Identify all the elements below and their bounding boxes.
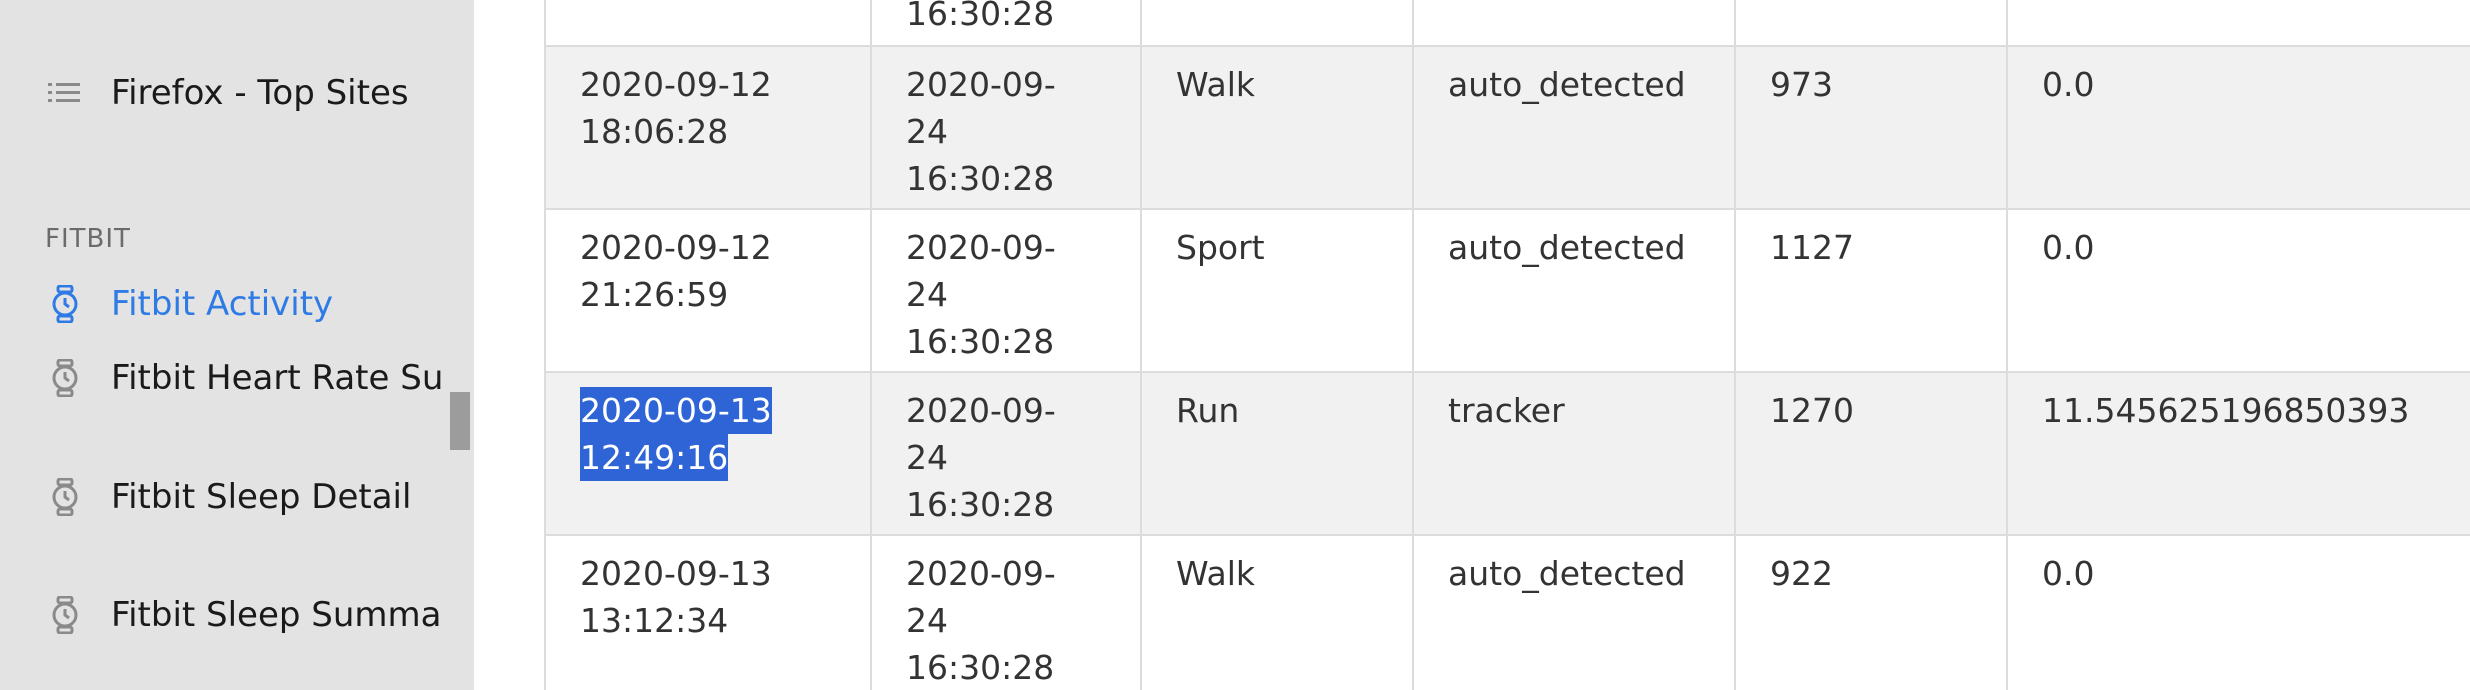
table-cell: auto_detected — [1412, 535, 1735, 690]
watch-icon — [47, 358, 83, 398]
cell-text: 16:30:28 — [906, 485, 1055, 524]
cell-text: 2020-09-12 — [580, 228, 772, 267]
content-gutter — [474, 0, 544, 690]
cell-text: 1270 — [1770, 391, 1854, 430]
selected-text: 2020-09-13 — [580, 387, 772, 434]
app-root: Firefox - Top Sites FITBIT Fitbit Activi… — [0, 0, 2470, 690]
table-cell: 0.0 — [2006, 535, 2470, 690]
cell-text: 24 — [906, 438, 948, 477]
table-cell: 2020-09- 24 16:30:28 — [870, 535, 1141, 690]
table-row[interactable]: 2020-09-13 13:12:34 2020-09- 24 16:30:28 Wa… — [544, 535, 2470, 690]
table-cell: 2020-09-12 18:06:28 — [544, 46, 871, 210]
table-cell: 1270 — [1734, 372, 2007, 536]
table-cell: 2020-09- 24 16:30:28 — [870, 46, 1141, 210]
cell-text: 2020-09- — [906, 65, 1056, 104]
cell-text: 0.0 — [2042, 228, 2095, 267]
sidebar-item-firefox-top-sites[interactable]: Firefox - Top Sites — [47, 73, 447, 113]
cell-text: Walk — [1176, 554, 1256, 593]
sidebar-scrollbar-thumb[interactable] — [450, 392, 470, 450]
cell-text: 13:12:34 — [580, 601, 729, 640]
cell-text: 973 — [1770, 65, 1833, 104]
table-cell: auto_detected — [1412, 209, 1735, 373]
table-cell: tracker — [1412, 372, 1735, 536]
table-cell: 2020-09-13 13:12:34 — [544, 535, 871, 690]
table-row[interactable]: 16:30:28 — [544, 0, 2470, 47]
table-cell: 973 — [1734, 46, 2007, 210]
table-cell: 2020-09-13 12:49:16 — [544, 372, 871, 536]
cell-text: 24 — [906, 601, 948, 640]
cell-text: 24 — [906, 112, 948, 151]
sidebar-scrollbar-track[interactable] — [446, 0, 474, 690]
data-table: 16:30:28 2020-09-12 18:06:28 2020-09- 24 16… — [544, 0, 2470, 690]
cell-text: 16:30:28 — [906, 159, 1055, 198]
cell-text: auto_detected — [1448, 228, 1686, 267]
selected-text: 12:49:16 — [580, 434, 729, 481]
cell-text: auto_detected — [1448, 554, 1686, 593]
cell-text: 2020-09- — [906, 228, 1056, 267]
cell-text: Sport — [1176, 228, 1265, 267]
cell-text: tracker — [1448, 391, 1565, 430]
watch-icon — [47, 595, 83, 635]
table-row[interactable]: 2020-09-13 12:49:16 2020-09- 24 16:30:28 Ru… — [544, 372, 2470, 536]
table-cell — [1412, 0, 1735, 47]
cell-text: 18:06:28 — [580, 112, 729, 151]
cell-text: 2020-09- — [906, 554, 1056, 593]
sidebar-item-label: Fitbit Sleep Summa — [111, 595, 442, 635]
table-cell: 922 — [1734, 535, 2007, 690]
cell-text: 16:30:28 — [906, 0, 1055, 33]
table-cell — [2006, 0, 2470, 47]
cell-text: Walk — [1176, 65, 1256, 104]
sidebar-item-fitbit-activity[interactable]: Fitbit Activity — [47, 284, 447, 324]
table-cell — [1140, 0, 1413, 47]
sidebar-item-label: Fitbit Heart Rate Su — [111, 358, 444, 398]
table-cell: 1127 — [1734, 209, 2007, 373]
cell-text: 21:26:59 — [580, 275, 729, 314]
cell-text: 11.545625196850393 — [2042, 391, 2410, 430]
cell-text: 0.0 — [2042, 554, 2095, 593]
table-cell — [544, 0, 871, 47]
table-cell: 2020-09- 24 16:30:28 — [870, 372, 1141, 536]
cell-text: 2020-09-12 — [580, 65, 772, 104]
table-cell: 2020-09- 24 16:30:28 — [870, 209, 1141, 373]
sidebar: Firefox - Top Sites FITBIT Fitbit Activi… — [0, 0, 446, 690]
sidebar-section-title: FITBIT — [45, 224, 131, 254]
cell-text: 24 — [906, 275, 948, 314]
table-cell: Walk — [1140, 535, 1413, 690]
sidebar-item-fitbit-sleep-detail[interactable]: Fitbit Sleep Detail — [47, 477, 447, 517]
table-cell — [1734, 0, 2007, 47]
cell-text: auto_detected — [1448, 65, 1686, 104]
sidebar-item-fitbit-sleep-summary[interactable]: Fitbit Sleep Summa — [47, 595, 447, 635]
sidebar-item-label: Fitbit Sleep Detail — [111, 477, 412, 517]
cell-text: 2020-09- — [906, 391, 1056, 430]
cell-text: 0.0 — [2042, 65, 2095, 104]
table-cell: 0.0 — [2006, 46, 2470, 210]
table-cell: auto_detected — [1412, 46, 1735, 210]
table-row[interactable]: 2020-09-12 21:26:59 2020-09- 24 16:30:28 Sp… — [544, 209, 2470, 373]
watch-icon — [47, 284, 83, 324]
table-cell: Sport — [1140, 209, 1413, 373]
table-row[interactable]: 2020-09-12 18:06:28 2020-09- 24 16:30:28 Wa… — [544, 46, 2470, 210]
table-cell: 0.0 — [2006, 209, 2470, 373]
watch-icon — [47, 477, 83, 517]
data-table-container: 16:30:28 2020-09-12 18:06:28 2020-09- 24 16… — [544, 0, 2470, 690]
cell-text: 16:30:28 — [906, 322, 1055, 361]
table-cell: 2020-09-12 21:26:59 — [544, 209, 871, 373]
cell-text: Run — [1176, 391, 1240, 430]
table-cell: 11.545625196850393 — [2006, 372, 2470, 536]
sidebar-item-fitbit-heart-rate-summary[interactable]: Fitbit Heart Rate Su — [47, 358, 447, 398]
cell-text: 2020-09-13 — [580, 554, 772, 593]
sidebar-item-label: Fitbit Activity — [111, 284, 334, 324]
sidebar-item-label: Firefox - Top Sites — [111, 73, 409, 113]
cell-text: 1127 — [1770, 228, 1854, 267]
cell-text: 922 — [1770, 554, 1833, 593]
list-icon — [47, 73, 83, 113]
table-cell: Walk — [1140, 46, 1413, 210]
table-cell: Run — [1140, 372, 1413, 536]
cell-text: 16:30:28 — [906, 648, 1055, 687]
table-cell: 16:30:28 — [870, 0, 1141, 47]
